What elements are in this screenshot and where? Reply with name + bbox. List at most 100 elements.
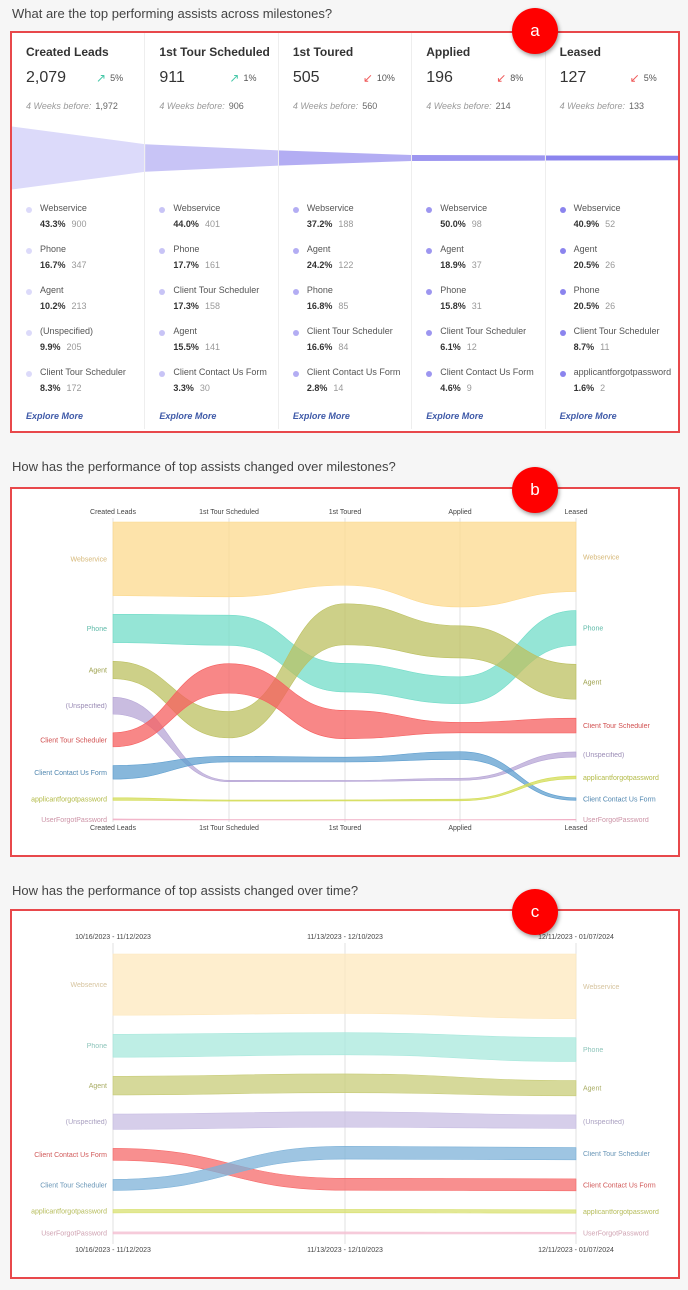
milestone-title: 1st Tour Scheduled [159,45,270,59]
weeks-before-label: 4 Weeks before: [26,101,92,111]
bullet-icon [26,207,32,213]
series-label-left: applicantforgotpassword [31,1209,107,1216]
list-item: Webservice 44.0% 401 [159,203,273,244]
assist-count: 26 [605,301,616,311]
assist-name: Phone [173,244,200,254]
bullet-icon [159,248,166,254]
list-item: applicantforgotpassword 1.6% 2 [559,367,674,408]
assist-name: Phone [573,285,600,295]
explore-more-link[interactable]: Explore More [426,411,483,421]
series-band[interactable] [112,953,577,1019]
assist-name: Client Tour Scheduler [173,285,260,295]
assist-percent: 44.0% [173,219,199,229]
series-label-left: Webservice [71,556,108,563]
weeks-before-value: 214 [495,101,511,111]
column-label-top: 11/13/2023 - 12/10/2023 [307,934,383,941]
milestone-value: 911 [159,69,185,86]
list-item: Client Tour Scheduler 8.7% 11 [559,326,674,367]
milestone-column: Leased 127 ↙ 5% 4 Weeks before: 133 Webser… [546,33,678,429]
bullet-icon [559,330,566,336]
milestone-column: Created Leads 2,079 ↗ 5% 4 Weeks before: 1… [12,33,146,429]
list-item: Client Contact Us Form 3.3% 30 [159,367,273,408]
list-item: Client Tour Scheduler 17.3% 158 [159,285,273,326]
column-label-bottom: 10/16/2023 - 11/12/2023 [75,1247,151,1254]
assist-name: Webservice [573,203,621,213]
milestones-panel: Created Leads 2,079 ↗ 5% 4 Weeks before: 1… [10,31,680,433]
series-band[interactable] [112,1209,577,1214]
assist-percent: 18.9% [440,260,466,270]
milestone-title: Created Leads [26,45,109,59]
series-label-left: (Unspecified) [66,1119,107,1126]
assist-name: Phone [440,285,467,295]
assist-count: 122 [338,260,354,270]
question-time-change: How has the performance of top assists c… [12,883,359,898]
bullet-icon [159,371,166,377]
explore-more-link[interactable]: Explore More [293,411,350,421]
assist-name: Agent [173,326,197,336]
assist-percent: 16.8% [306,301,333,311]
change-indicator: ↙ 5% [630,71,657,85]
assist-count: 14 [333,383,344,393]
assist-percent: 17.3% [173,301,199,311]
column-label-bottom: 1st Tour Scheduled [199,825,259,832]
column-label-top: 12/11/2023 - 01/07/2024 [538,934,614,941]
series-band[interactable] [112,1111,577,1130]
bullet-icon [426,330,433,336]
series-label-right: (Unspecified) [583,1119,624,1126]
series-band[interactable] [112,1073,577,1097]
weeks-before: 4 Weeks before: 214 [426,101,544,111]
series-label-right: Phone [583,1047,603,1054]
series-label-right: UserForgotPassword [583,1231,649,1238]
assist-percent: 2.8% [306,383,328,393]
assist-count: 347 [71,260,87,270]
assist-percent: 43.3% [40,219,66,229]
list-item: Client Contact Us Form 4.6% 9 [426,367,540,408]
column-label-bottom: 12/11/2023 - 01/07/2024 [538,1247,614,1254]
explore-more-link[interactable]: Explore More [159,411,216,421]
series-label-right: Client Contact Us Form [583,797,656,804]
assist-count: 84 [338,342,349,352]
change-percent: 5% [110,73,124,83]
series-label-right: (Unspecified) [583,752,624,759]
assist-name: Webservice [440,203,488,213]
milestone-bump-chart: Created Leads Created Leads 1st Tour Sched… [31,509,659,832]
assist-name: Client Tour Scheduler [573,326,660,336]
annotation-badge-c: c [512,889,558,935]
explore-more-link[interactable]: Explore More [560,411,617,421]
assist-percent: 16.7% [40,260,66,270]
assist-count: 213 [71,301,87,311]
list-item: Agent 24.2% 122 [292,244,407,285]
column-label-bottom: 11/13/2023 - 12/10/2023 [307,1247,383,1254]
assist-count: 30 [199,383,210,393]
series-label-left: Agent [89,1083,107,1090]
column-label-bottom: 1st Toured [329,825,362,832]
explore-more-link[interactable]: Explore More [26,411,83,421]
assist-percent: 15.5% [173,342,199,352]
column-label-top: 1st Toured [329,509,362,516]
list-item: Webservice 40.9% 52 [559,203,674,244]
bullet-icon [292,371,299,377]
weeks-before: 4 Weeks before: 560 [293,101,411,111]
milestone-title: Leased [559,45,601,59]
series-band[interactable] [112,1231,577,1235]
series-label-right: Agent [583,1086,601,1093]
assist-count: 172 [66,383,82,393]
milestone-value: 127 [559,69,587,86]
assist-percent: 20.5% [573,260,600,270]
series-label-right: applicantforgotpassword [583,1209,659,1216]
column-label-bottom: Applied [448,825,471,832]
bullet-icon [292,289,299,295]
list-item: Phone 17.7% 161 [159,244,273,285]
weeks-before-label: 4 Weeks before: [292,101,359,111]
column-label-top: Leased [565,509,588,516]
assist-percent: 6.1% [440,342,461,352]
assist-count: 11 [600,342,610,352]
list-item: Phone 16.8% 85 [292,285,407,326]
list-item: Client Tour Scheduler 6.1% 12 [426,326,540,367]
list-item: Client Tour Scheduler 8.3% 172 [26,367,140,408]
change-indicator: ↗ 1% [229,71,256,85]
list-item: Phone 20.5% 26 [559,285,674,326]
list-item: Agent 18.9% 37 [426,244,540,285]
list-item: Webservice 43.3% 900 [26,203,140,244]
change-indicator: ↙ 10% [363,71,395,85]
